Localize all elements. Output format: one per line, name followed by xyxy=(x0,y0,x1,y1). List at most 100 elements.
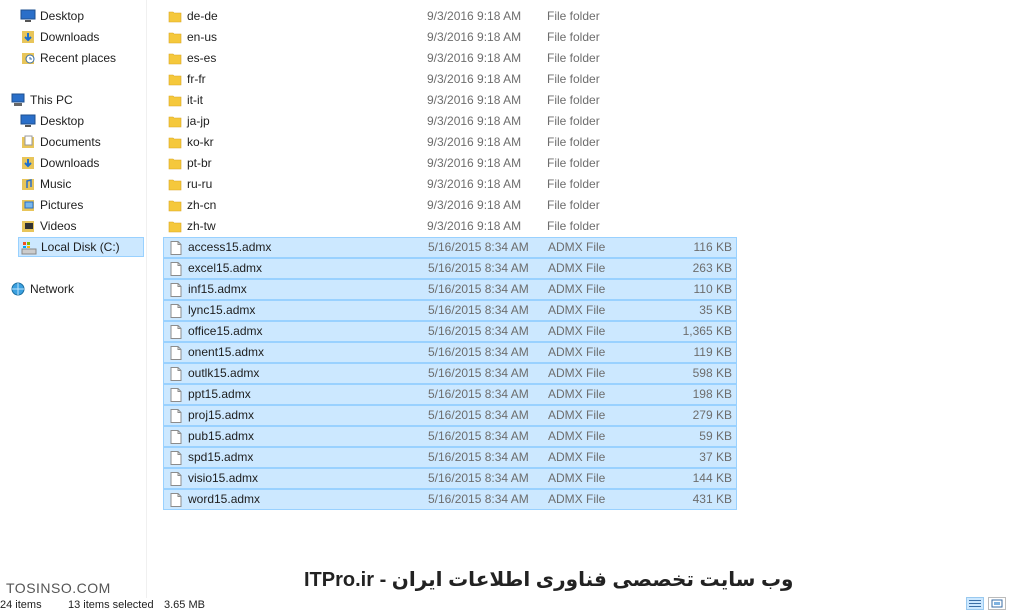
file-name: pub15.admx xyxy=(188,429,255,443)
file-row[interactable]: inf15.admx 5/16/2015 8:34 AM ADMX File 110 … xyxy=(163,279,737,300)
file-row[interactable]: visio15.admx 5/16/2015 8:34 AM ADMX File 14… xyxy=(163,468,737,489)
file-icon xyxy=(169,367,183,381)
file-row[interactable]: pub15.admx 5/16/2015 8:34 AM ADMX File 59 K… xyxy=(163,426,737,447)
file-row[interactable]: proj15.admx 5/16/2015 8:34 AM ADMX File 279… xyxy=(163,405,737,426)
folder-icon xyxy=(168,72,182,86)
file-date: 5/16/2015 8:34 AM xyxy=(428,282,529,296)
file-icon xyxy=(169,472,183,486)
file-name: lync15.admx xyxy=(188,303,256,317)
file-type: File folder xyxy=(547,51,600,65)
folder-icon xyxy=(168,93,182,107)
status-bar: 24 items 13 items selected 3.65 MB xyxy=(0,598,1010,611)
file-type: File folder xyxy=(547,93,600,107)
file-row[interactable]: zh-cn 9/3/2016 9:18 AM File folder xyxy=(163,195,737,215)
nav-item-pc-documents[interactable]: Documents xyxy=(0,132,146,152)
file-row[interactable]: access15.admx 5/16/2015 8:34 AM ADMX File 1… xyxy=(163,237,737,258)
nav-item-this-pc[interactable]: This PC xyxy=(0,90,146,110)
file-row[interactable]: ru-ru 9/3/2016 9:18 AM File folder xyxy=(163,174,737,194)
file-row[interactable]: pt-br 9/3/2016 9:18 AM File folder xyxy=(163,153,737,173)
nav-item-pc-local-disk-c[interactable]: Local Disk (C:) xyxy=(18,237,144,257)
nav-item-label: Documents xyxy=(40,135,101,149)
file-size: 144 KB xyxy=(692,471,732,485)
file-icon xyxy=(169,241,183,255)
watermark-center: ITPro.ir - وب سایت تخصصی فناوری اطلاعات … xyxy=(304,569,794,591)
file-date: 5/16/2015 8:34 AM xyxy=(428,324,529,338)
details-view-icon xyxy=(969,600,981,607)
file-icon xyxy=(169,325,183,339)
large-icons-view-icon xyxy=(991,599,1003,608)
file-type: ADMX File xyxy=(548,387,606,401)
file-name: visio15.admx xyxy=(188,471,259,485)
nav-item-pc-videos[interactable]: Videos xyxy=(0,216,146,236)
file-row[interactable]: onent15.admx 5/16/2015 8:34 AM ADMX File 11… xyxy=(163,342,737,363)
file-row[interactable]: office15.admx 5/16/2015 8:34 AM ADMX File 1… xyxy=(163,321,737,342)
folder-icon xyxy=(168,219,182,233)
file-date: 5/16/2015 8:34 AM xyxy=(428,408,529,422)
file-row[interactable]: outlk15.admx 5/16/2015 8:34 AM ADMX File 59… xyxy=(163,363,737,384)
nav-item-network[interactable]: Network xyxy=(0,279,146,299)
file-type: ADMX File xyxy=(548,345,606,359)
nav-item-pc-desktop[interactable]: Desktop xyxy=(0,111,146,131)
nav-item-pc-downloads[interactable]: Downloads xyxy=(0,153,146,173)
file-row[interactable]: excel15.admx 5/16/2015 8:34 AM ADMX File 26… xyxy=(163,258,737,279)
file-row[interactable]: lync15.admx 5/16/2015 8:34 AM ADMX File 35 … xyxy=(163,300,737,321)
file-date: 9/3/2016 9:18 AM xyxy=(427,198,522,212)
file-name: outlk15.admx xyxy=(188,366,260,380)
file-date: 5/16/2015 8:34 AM xyxy=(428,387,529,401)
file-size: 279 KB xyxy=(692,408,732,422)
network-icon xyxy=(10,282,26,296)
file-type: File folder xyxy=(547,30,600,44)
nav-item-label: Downloads xyxy=(40,156,100,170)
nav-item-quick-downloads[interactable]: Downloads xyxy=(0,27,146,47)
downloads-icon xyxy=(20,30,36,44)
file-name: spd15.admx xyxy=(188,450,254,464)
file-row[interactable]: it-it 9/3/2016 9:18 AM File folder xyxy=(163,90,737,110)
file-date: 9/3/2016 9:18 AM xyxy=(427,219,522,233)
file-row[interactable]: word15.admx 5/16/2015 8:34 AM ADMX File 431… xyxy=(163,489,737,510)
file-icon xyxy=(169,388,183,402)
file-size: 110 KB xyxy=(693,282,732,296)
details-view-button[interactable] xyxy=(966,597,984,610)
local-disk-icon xyxy=(21,241,37,255)
nav-item-quick-recent-places[interactable]: Recent places xyxy=(0,48,146,68)
watermark-left: TOSINSO.COM xyxy=(6,580,111,596)
nav-item-pc-pictures[interactable]: Pictures xyxy=(0,195,146,215)
nav-item-label: Local Disk (C:) xyxy=(41,240,120,254)
file-icon xyxy=(169,262,183,276)
folder-icon xyxy=(168,30,182,44)
file-row[interactable]: ppt15.admx 5/16/2015 8:34 AM ADMX File 198 … xyxy=(163,384,737,405)
nav-item-quick-desktop[interactable]: Desktop xyxy=(0,6,146,26)
file-row[interactable]: ja-jp 9/3/2016 9:18 AM File folder xyxy=(163,111,737,131)
file-row[interactable]: zh-tw 9/3/2016 9:18 AM File folder xyxy=(163,216,737,236)
file-type: File folder xyxy=(547,156,600,170)
file-row[interactable]: es-es 9/3/2016 9:18 AM File folder xyxy=(163,48,737,68)
music-icon xyxy=(20,177,36,191)
selection-count: 13 items selected xyxy=(68,599,154,611)
file-row[interactable]: fr-fr 9/3/2016 9:18 AM File folder xyxy=(163,69,737,89)
nav-item-pc-music[interactable]: Music xyxy=(0,174,146,194)
file-date: 5/16/2015 8:34 AM xyxy=(428,429,529,443)
file-type: File folder xyxy=(547,177,600,191)
file-date: 5/16/2015 8:34 AM xyxy=(428,366,529,380)
this-pc-icon xyxy=(10,93,26,107)
file-icon xyxy=(169,493,183,507)
file-size: 198 KB xyxy=(692,387,732,401)
file-date: 9/3/2016 9:18 AM xyxy=(427,93,522,107)
file-type: ADMX File xyxy=(548,366,606,380)
file-name: it-it xyxy=(187,93,203,107)
downloads-icon xyxy=(20,156,36,170)
large-icons-view-button[interactable] xyxy=(988,597,1006,610)
file-row[interactable]: ko-kr 9/3/2016 9:18 AM File folder xyxy=(163,132,737,152)
nav-item-label: Downloads xyxy=(40,30,100,44)
file-row[interactable]: spd15.admx 5/16/2015 8:34 AM ADMX File 37 K… xyxy=(163,447,737,468)
file-name: proj15.admx xyxy=(188,408,255,422)
nav-item-label: Desktop xyxy=(40,114,85,128)
file-row[interactable]: de-de 9/3/2016 9:18 AM File folder xyxy=(163,6,737,26)
file-row[interactable]: en-us 9/3/2016 9:18 AM File folder xyxy=(163,27,737,47)
recent-places-icon xyxy=(20,51,36,65)
nav-item-label: Desktop xyxy=(40,9,85,23)
file-size: 431 KB xyxy=(692,492,732,506)
file-icon xyxy=(169,346,183,360)
file-date: 9/3/2016 9:18 AM xyxy=(427,156,522,170)
file-name: ko-kr xyxy=(187,135,214,149)
